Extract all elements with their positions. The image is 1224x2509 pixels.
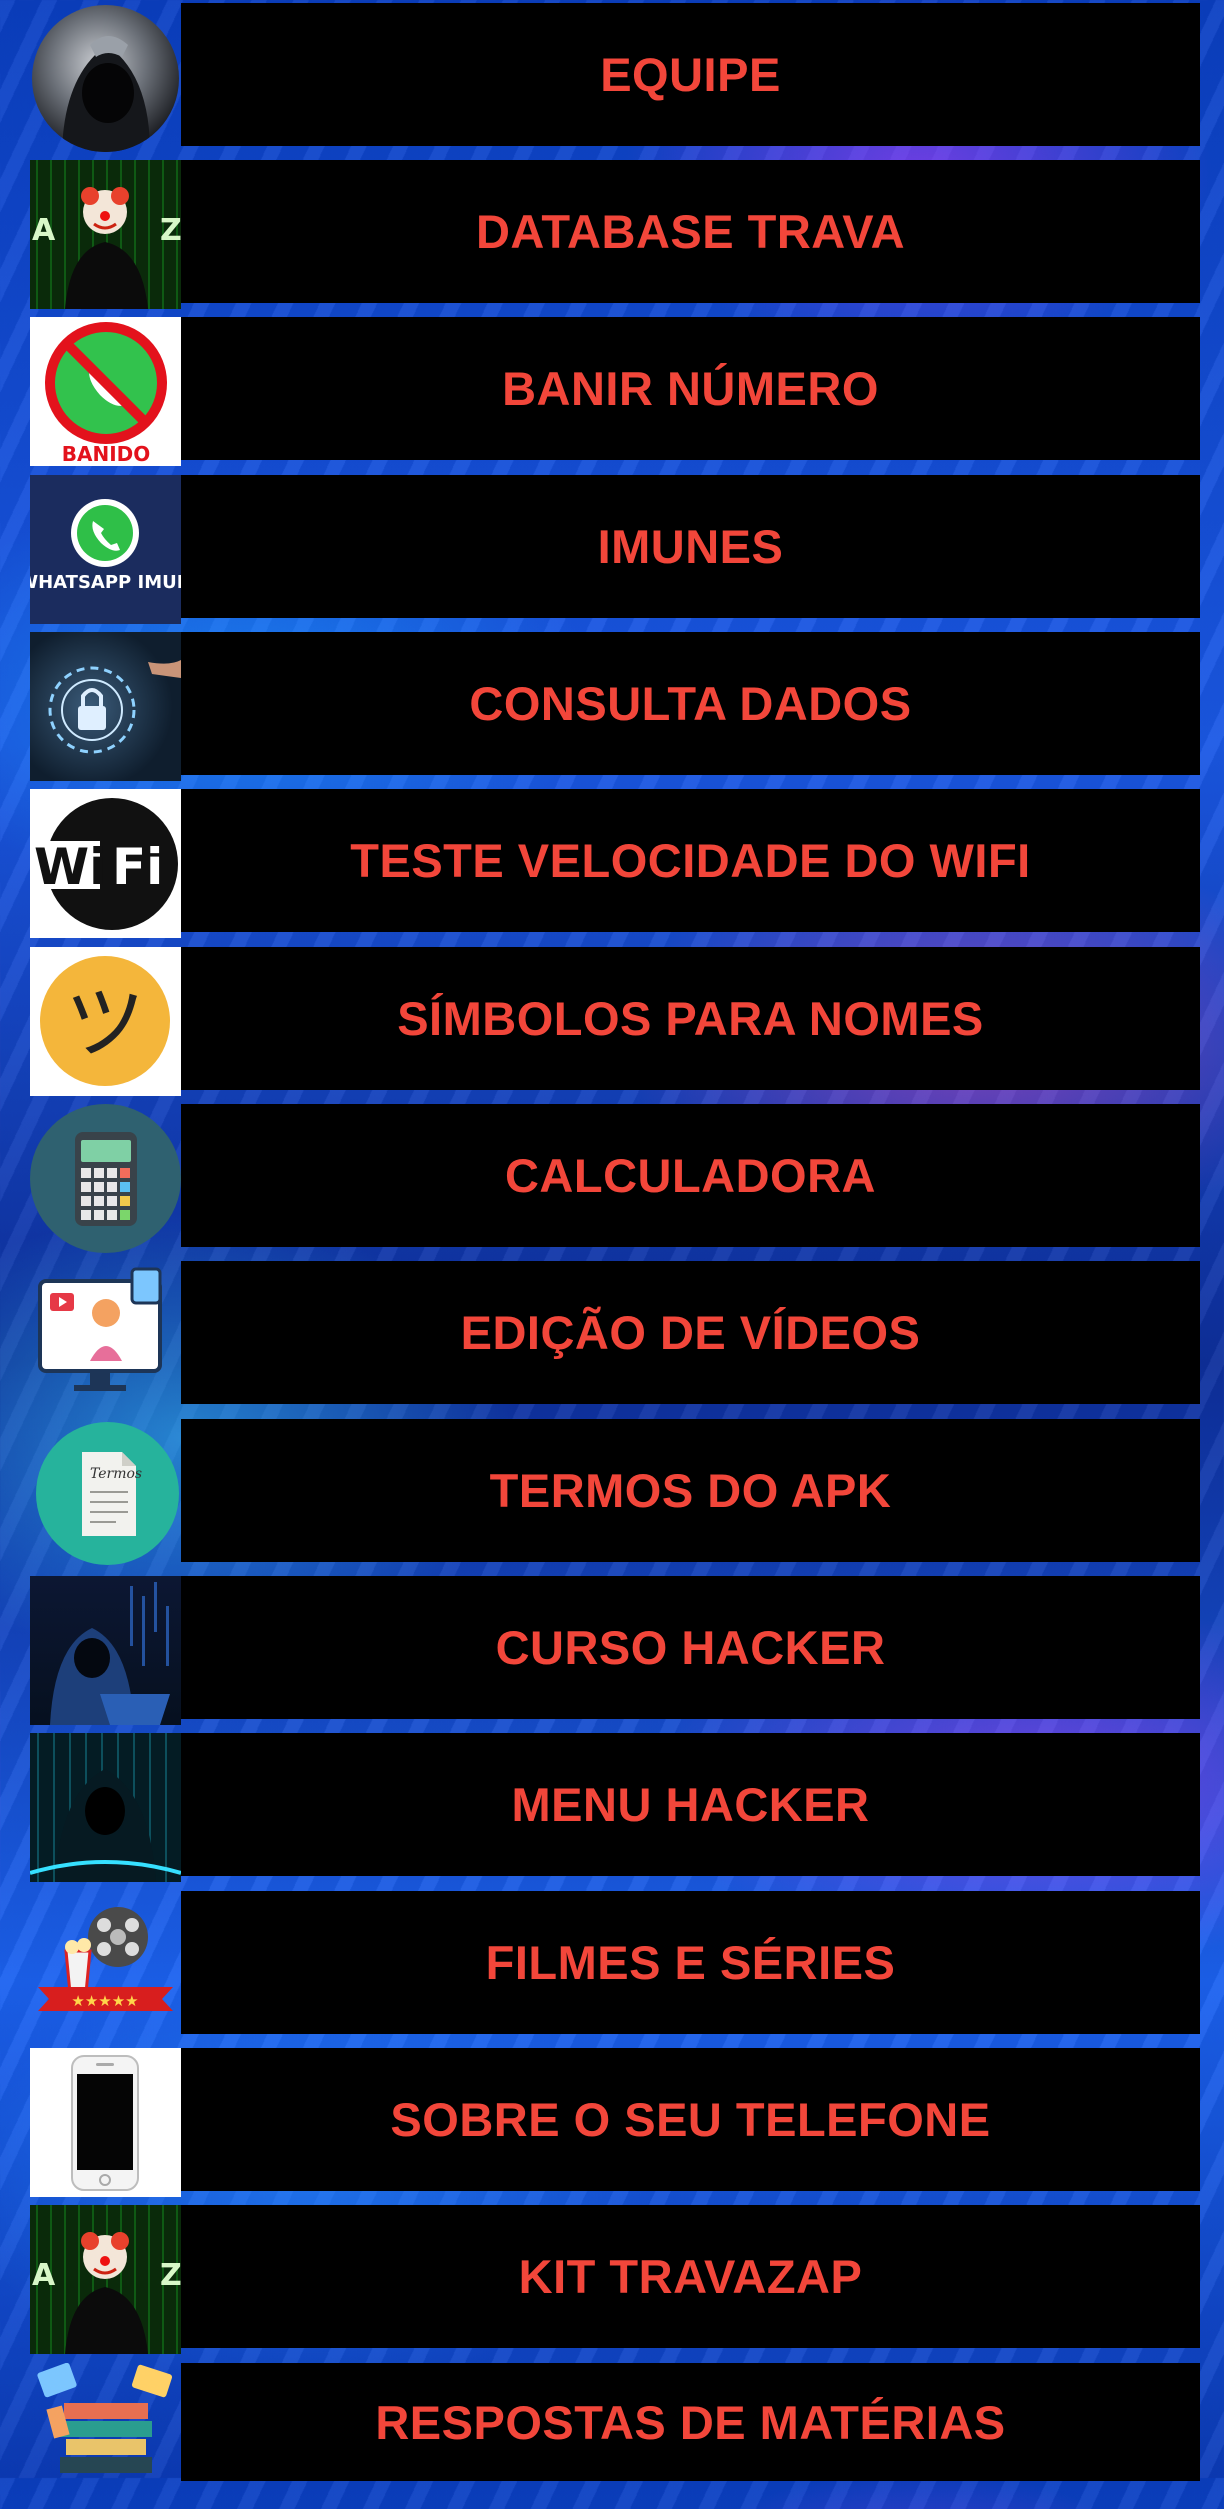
icon-caption: ★★★★★ [71, 1992, 138, 2010]
menu-row-termos-do-apk: Termos TERMOS DO APK [0, 1416, 1224, 1565]
menu-row-calculadora: CALCULADORA [0, 1101, 1224, 1253]
menu-row-sobre-o-seu-telefone: SOBRE O SEU TELEFONE [0, 2045, 1224, 2197]
svg-text:A: A [32, 2258, 56, 2293]
menu-button-label: MENU HACKER [511, 1778, 870, 1831]
menu-row-simbolos-para-nomes: ツ SÍMBOLOS PARA NOMES [0, 944, 1224, 1096]
banned-whatsapp-icon: BANIDO [30, 317, 181, 466]
menu-row-curso-hacker: CURSO HACKER [0, 1573, 1224, 1725]
menu-row-banir-numero: BANIDO BANIR NÚMERO [0, 314, 1224, 466]
menu-button-label: SÍMBOLOS PARA NOMES [397, 992, 984, 1045]
icon-caption: WHATSAPP IMUN [30, 572, 181, 593]
menu-button-kit-travazap[interactable]: KIT TRAVAZAP [181, 2205, 1200, 2348]
calculator-icon [30, 1104, 181, 1253]
menu-button-sobre-o-seu-telefone[interactable]: SOBRE O SEU TELEFONE [181, 2048, 1200, 2191]
smartphone-icon [30, 2048, 181, 2197]
icon-caption: Termos [90, 1466, 142, 1482]
menu-button-teste-velocidade-wifi[interactable]: TESTE VELOCIDADE DO WIFI [181, 789, 1200, 932]
video-editing-icon [30, 1261, 181, 1410]
menu-row-database-trava: A Z DATABASE TRAVA [0, 157, 1224, 309]
icon-caption: BANIDO [62, 442, 151, 466]
svg-text:Fi: Fi [112, 838, 163, 896]
menu-button-label: TESTE VELOCIDADE DO WIFI [350, 834, 1031, 887]
menu-button-label: CONSULTA DADOS [469, 677, 912, 730]
menu-button-label: SOBRE O SEU TELEFONE [390, 2093, 991, 2146]
menu-button-edicao-de-videos[interactable]: EDIÇÃO DE VÍDEOS [181, 1261, 1200, 1404]
menu-button-consulta-dados[interactable]: CONSULTA DADOS [181, 632, 1200, 775]
hacker-laptop-icon [30, 1576, 181, 1725]
icon-caption: ツ [65, 977, 145, 1070]
menu-row-respostas-de-materias: RESPOSTAS DE MATÉRIAS [0, 2360, 1224, 2509]
menu-button-database-trava[interactable]: DATABASE TRAVA [181, 160, 1200, 303]
books-stack-icon [30, 2363, 181, 2481]
menu-row-filmes-e-series: ★★★★★ FILMES E SÉRIES [0, 1888, 1224, 2037]
menu-button-label: IMUNES [597, 520, 784, 573]
menu-button-label: EQUIPE [600, 48, 781, 101]
menu-row-menu-hacker: MENU HACKER [0, 1730, 1224, 1882]
menu-button-label: CURSO HACKER [495, 1621, 886, 1674]
menu-button-simbolos-para-nomes[interactable]: SÍMBOLOS PARA NOMES [181, 947, 1200, 1090]
menu-button-imunes[interactable]: IMUNES [181, 475, 1200, 618]
terms-document-icon: Termos [36, 1422, 179, 1565]
smiley-symbol-icon: ツ [30, 947, 181, 1096]
menu-button-label: DATABASE TRAVA [475, 205, 906, 258]
menu-button-filmes-e-series[interactable]: FILMES E SÉRIES [181, 1891, 1200, 2034]
svg-text:Z: Z [160, 213, 181, 248]
menu-button-label: FILMES E SÉRIES [485, 1936, 896, 1989]
menu-button-respostas-de-materias[interactable]: RESPOSTAS DE MATÉRIAS [181, 2363, 1200, 2481]
menu-button-banir-numero[interactable]: BANIR NÚMERO [181, 317, 1200, 460]
menu-button-label: BANIR NÚMERO [502, 362, 879, 415]
menu-button-menu-hacker[interactable]: MENU HACKER [181, 1733, 1200, 1876]
hooded-figure-icon [32, 5, 179, 152]
menu-button-termos-do-apk[interactable]: TERMOS DO APK [181, 1419, 1200, 1562]
menu-row-equipe: EQUIPE [0, 0, 1224, 152]
clown-hacker-icon: A Z [30, 160, 181, 309]
menu-button-label: RESPOSTAS DE MATÉRIAS [375, 2395, 1006, 2449]
menu-row-consulta-dados: CONSULTA DADOS [0, 629, 1224, 781]
data-lock-icon [30, 632, 181, 781]
menu-button-calculadora[interactable]: CALCULADORA [181, 1104, 1200, 1247]
menu-row-teste-velocidade-wifi: Wi Fi TESTE VELOCIDADE DO WIFI [0, 786, 1224, 938]
hacker-matrix-icon [30, 1733, 181, 1882]
menu-row-edicao-de-videos: EDIÇÃO DE VÍDEOS [0, 1258, 1224, 1407]
film-reel-icon: ★★★★★ [30, 1891, 181, 2040]
svg-text:Wi: Wi [34, 838, 106, 896]
svg-text:A: A [32, 213, 56, 248]
menu-button-label: CALCULADORA [504, 1149, 876, 1202]
menu-button-label: EDIÇÃO DE VÍDEOS [460, 1306, 921, 1359]
whatsapp-immune-icon: WHATSAPP IMUN [30, 475, 181, 624]
menu-button-curso-hacker[interactable]: CURSO HACKER [181, 1576, 1200, 1719]
menu-button-label: KIT TRAVAZAP [518, 2250, 863, 2303]
menu-row-kit-travazap: A Z KIT TRAVAZAP [0, 2202, 1224, 2354]
clown-hacker-icon: A Z [30, 2205, 181, 2354]
svg-text:Z: Z [160, 2258, 181, 2293]
wifi-logo-icon: Wi Fi [30, 789, 181, 938]
menu-button-equipe[interactable]: EQUIPE [181, 3, 1200, 146]
menu-button-label: TERMOS DO APK [489, 1464, 892, 1517]
menu-row-imunes: WHATSAPP IMUN IMUNES [0, 472, 1224, 624]
